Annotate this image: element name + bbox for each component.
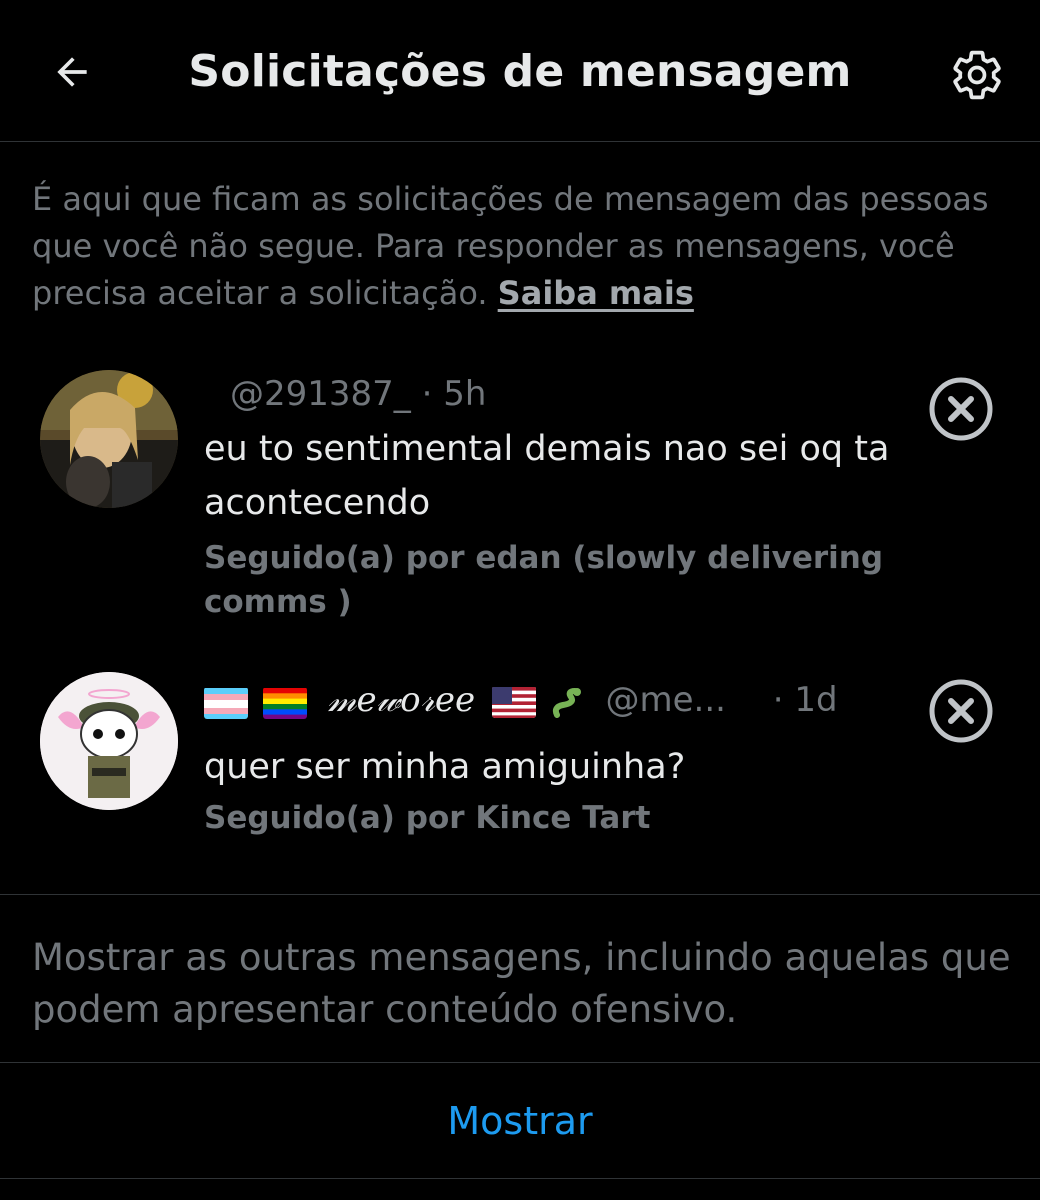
message-requests-screen: Solicitações de mensagem É aqui que fica… [0,0,1040,1200]
avatar[interactable] [40,370,178,508]
gear-icon [953,50,1001,100]
show-button[interactable]: Mostrar [0,1064,1040,1178]
divider [0,1178,1040,1179]
divider [0,894,1040,895]
avatar[interactable] [40,672,178,810]
timestamp: · 5h [421,374,487,414]
snake-icon [551,686,587,718]
request-meta: 𝓂𝑒𝓌𝑜𝓇𝑒𝑒 @me... · 1d [204,678,904,724]
followed-by: Seguido(a) por edan (slowly delivering c… [204,540,884,620]
us-flag-icon [491,686,536,718]
close-circle-icon [929,679,993,743]
show-other-messages-text: Mostrar as outras mensagens, incluindo a… [32,936,1011,1031]
transgender-flag-icon [204,687,248,719]
page-title: Solicitações de mensagem [188,46,852,97]
timestamp: · 1d [772,680,838,720]
top-bar: Solicitações de mensagem [0,0,1040,142]
dismiss-request-button[interactable] [928,678,994,744]
message-request-item[interactable]: 𝓂𝑒𝓌𝑜𝓇𝑒𝑒 @me... · 1d quer ser minha amigu… [0,670,1040,870]
request-content: 𝓂𝑒𝓌𝑜𝓇𝑒𝑒 @me... · 1d quer ser minha amigu… [204,678,904,840]
learn-more-link[interactable]: Saiba mais [498,274,694,312]
request-content: @291387_ · 5h eu to sentimental demais n… [204,372,904,624]
message-preview: quer ser minha amiguinha? [204,746,686,787]
user-handle: @me... [605,680,726,720]
message-preview: eu to sentimental demais nao sei oq ta a… [204,429,890,523]
settings-button[interactable] [946,44,1008,106]
user-handle: @291387_ [230,374,411,414]
info-text: É aqui que ficam as solicitações de mens… [32,176,1012,317]
avatar-illustration [40,672,178,810]
display-name: 𝓂𝑒𝓌𝑜𝓇𝑒𝑒 [327,680,476,720]
flag-emojis [204,680,311,724]
message-request-item[interactable]: @291387_ · 5h eu to sentimental demais n… [0,368,1040,628]
divider [0,1062,1040,1063]
avatar-photo [40,370,178,508]
dismiss-request-button[interactable] [928,376,994,442]
rainbow-flag-icon [262,687,307,719]
followed-by: Seguido(a) por Kince Tart [204,799,651,836]
close-circle-icon [929,377,993,441]
request-meta: @291387_ · 5h [204,372,904,416]
